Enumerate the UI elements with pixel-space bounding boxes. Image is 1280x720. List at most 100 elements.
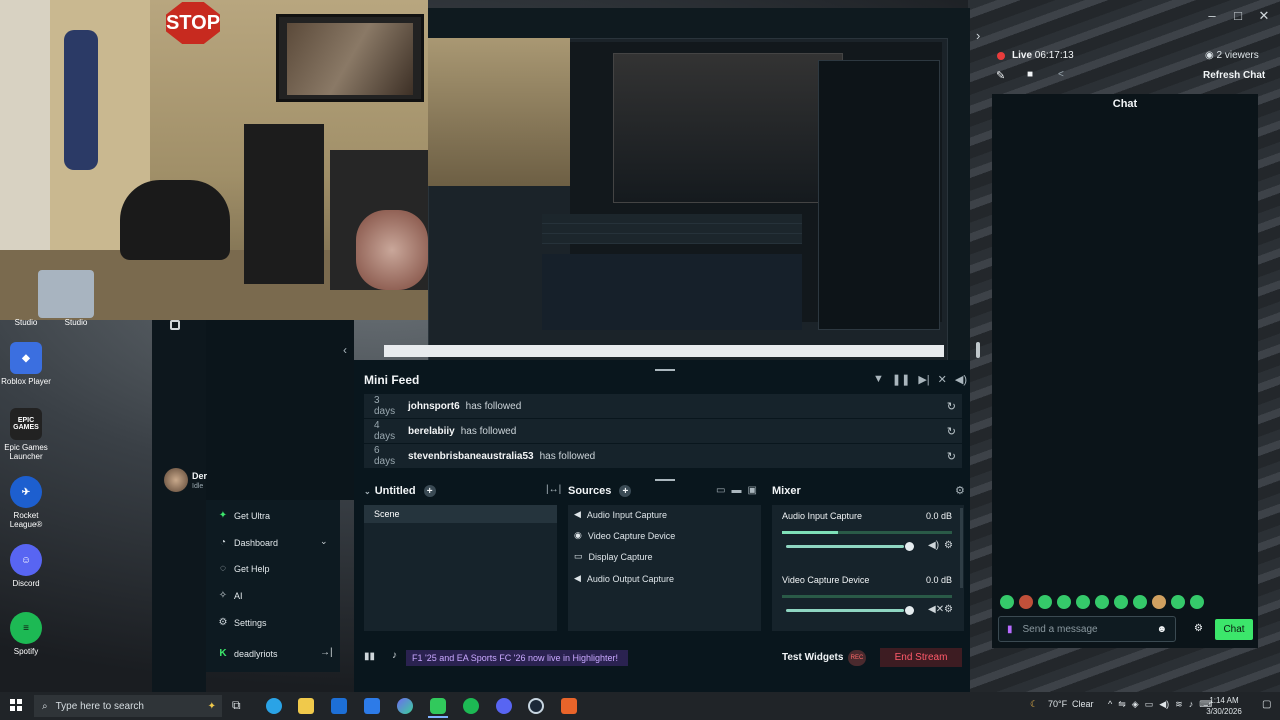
volume-knob[interactable]: [905, 606, 914, 615]
emote-icon[interactable]: [1190, 595, 1204, 609]
scene-item[interactable]: Scene: [364, 505, 557, 523]
nav-item-get-help[interactable]: ◌ Get Help: [218, 563, 270, 574]
filter-icon[interactable]: ▼: [873, 373, 884, 386]
source-item[interactable]: ◀ Audio Output Capture: [574, 573, 674, 584]
emote-icon[interactable]: [1152, 595, 1166, 609]
folder-icon[interactable]: ▬: [731, 485, 741, 496]
desktop-icon-rocket-league[interactable]: ✈ Rocket League®: [0, 476, 52, 529]
emote-icon[interactable]: [1133, 595, 1147, 609]
scene-transition-icon[interactable]: |↔|: [546, 484, 561, 495]
test-widgets-button[interactable]: Test Widgets: [782, 652, 843, 663]
scenes-title[interactable]: Untitled: [375, 485, 416, 497]
usb-icon[interactable]: ⇋: [1118, 699, 1126, 710]
chat-send-button[interactable]: Chat: [1215, 619, 1253, 640]
chevron-down-icon[interactable]: ⌄: [320, 536, 328, 547]
volume-slider[interactable]: [786, 609, 904, 612]
emote-icon[interactable]: [1038, 595, 1052, 609]
bell-icon[interactable]: ♪: [392, 650, 397, 661]
volume-icon[interactable]: ♪: [1189, 699, 1194, 710]
emote-icon[interactable]: [1076, 595, 1090, 609]
edge-icon[interactable]: [266, 698, 282, 714]
image-icon[interactable]: ▣: [747, 485, 756, 496]
record-button[interactable]: REC: [848, 650, 866, 666]
windows-start-icon[interactable]: [10, 699, 22, 711]
add-source-icon[interactable]: +: [619, 485, 632, 497]
weather-temp[interactable]: 70°F: [1048, 699, 1067, 709]
emote-icon[interactable]: [1057, 595, 1071, 609]
drag-handle[interactable]: [655, 479, 675, 481]
emote-icon[interactable]: [1095, 595, 1109, 609]
chevron-up-icon[interactable]: ^: [1108, 699, 1112, 710]
store-icon[interactable]: [331, 698, 347, 714]
expand-arrow-icon[interactable]: ›: [976, 28, 980, 43]
gear-icon[interactable]: ⚙: [1194, 623, 1203, 634]
refresh-chat-button[interactable]: Refresh Chat: [1203, 70, 1265, 81]
nav-item-get-ultra[interactable]: ✦ Get Ultra: [218, 510, 270, 521]
gear-icon[interactable]: ⚙: [944, 540, 953, 551]
emote-icon[interactable]: [1019, 595, 1033, 609]
steam-icon[interactable]: [528, 698, 544, 714]
emote-icon[interactable]: [1171, 595, 1185, 609]
clock[interactable]: 1:14 AM 3/30/2026: [1200, 695, 1248, 717]
volume-icon[interactable]: ◀): [955, 373, 967, 386]
task-view-icon[interactable]: ⧉: [232, 698, 248, 714]
network-icon[interactable]: ≋: [1175, 699, 1183, 710]
emoji-icon[interactable]: ☻: [1156, 624, 1167, 635]
source-item[interactable]: ◉ Video Capture Device: [574, 530, 675, 541]
scrollbar[interactable]: [960, 508, 963, 588]
collapse-arrow-icon[interactable]: ‹: [343, 343, 347, 357]
notification-icon[interactable]: ▢: [1262, 699, 1271, 710]
pause-icon[interactable]: ❚❚: [892, 373, 910, 386]
stats-icon[interactable]: ▮▮: [364, 651, 375, 662]
logout-icon[interactable]: →|: [320, 647, 333, 658]
news-ticker[interactable]: F1 '25 and EA Sports FC '26 now live in …: [406, 650, 628, 666]
add-scene-icon[interactable]: +: [423, 485, 436, 497]
avatar[interactable]: [164, 468, 188, 492]
desktop-icon-roblox[interactable]: ◆ Roblox Player: [0, 342, 52, 386]
weather-desc[interactable]: Clear: [1072, 699, 1094, 709]
video-icon[interactable]: ■: [1027, 69, 1033, 80]
mute-icon[interactable]: ◀✕: [928, 604, 944, 615]
close-button[interactable]: ✕: [1258, 8, 1270, 24]
nav-item-account[interactable]: Kdeadlyriots: [218, 648, 277, 659]
speaker-icon[interactable]: ◀): [1159, 699, 1169, 710]
group-icon[interactable]: ▭: [716, 485, 725, 496]
desktop-icon-spotify[interactable]: ≡ Spotify: [0, 612, 52, 656]
battery-icon[interactable]: ▭: [1145, 699, 1154, 710]
editor-icon[interactable]: [170, 320, 180, 330]
volume-slider[interactable]: [786, 545, 904, 548]
resize-handle[interactable]: [976, 342, 980, 358]
streamlabs-taskbar-icon[interactable]: [430, 698, 446, 714]
vlc-icon[interactable]: [561, 698, 577, 714]
nav-item-ai[interactable]: ✧ AI: [218, 590, 243, 601]
repeat-icon[interactable]: ↻: [947, 400, 956, 413]
copilot-app-icon[interactable]: [397, 698, 413, 714]
end-stream-button[interactable]: End Stream: [880, 648, 962, 667]
mail-icon[interactable]: [364, 698, 380, 714]
security-icon[interactable]: ◈: [1132, 699, 1139, 710]
minimize-button[interactable]: –: [1206, 8, 1218, 24]
discord-taskbar-icon[interactable]: [496, 698, 512, 714]
edit-icon[interactable]: ✎: [996, 69, 1005, 82]
file-explorer-icon[interactable]: [298, 698, 314, 714]
volume-icon[interactable]: ◀): [928, 540, 939, 551]
chat-input[interactable]: ▮ Send a message ☻: [998, 616, 1176, 642]
mute-alerts-icon[interactable]: ✕: [938, 373, 947, 386]
desktop-icon-epic[interactable]: EPIC GAMES Epic Games Launcher: [0, 408, 52, 461]
desktop-icon-studio[interactable]: Studio: [0, 318, 52, 327]
maximize-button[interactable]: □: [1232, 8, 1244, 24]
desktop-icon-studio-2[interactable]: Studio: [50, 318, 102, 327]
skip-icon[interactable]: ▶|: [918, 373, 929, 386]
source-item[interactable]: ▭ Display Capture: [574, 551, 653, 562]
share-icon[interactable]: <: [1058, 69, 1064, 80]
desktop-icon-discord[interactable]: ☺ Discord: [0, 544, 52, 588]
source-item[interactable]: ◀ Audio Input Capture: [574, 509, 667, 520]
chevron-down-icon[interactable]: ⌄: [364, 487, 371, 496]
nav-item-settings[interactable]: ⚙ Settings: [218, 617, 267, 628]
repeat-icon[interactable]: ↻: [947, 425, 956, 438]
emote-icon[interactable]: [1000, 595, 1014, 609]
nav-item-dashboard[interactable]: ◔ Dashboard: [218, 537, 278, 548]
drag-handle[interactable]: [655, 369, 675, 371]
gear-icon[interactable]: ⚙: [944, 604, 953, 615]
volume-knob[interactable]: [905, 542, 914, 551]
